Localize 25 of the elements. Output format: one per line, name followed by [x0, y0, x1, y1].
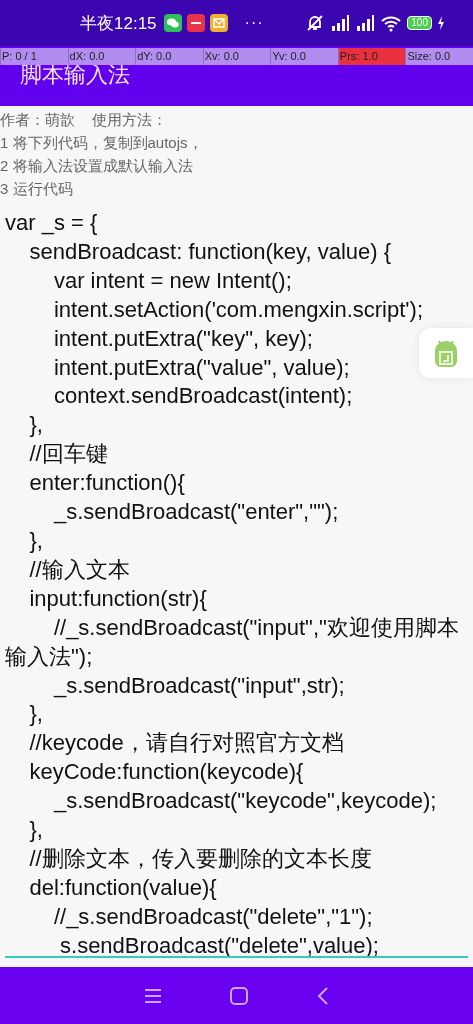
instruction-text: 1 将下列代码，复制到autojs，	[0, 133, 204, 153]
chat-app-icon	[163, 14, 182, 32]
charging-icon	[437, 16, 445, 30]
instruction-text: 作者：萌歆 使用方法：	[0, 110, 168, 130]
menu-icon[interactable]	[143, 986, 164, 1005]
mute-icon	[305, 14, 326, 32]
app-notification-icon	[186, 14, 205, 32]
instruction-text: 3 运行代码	[0, 179, 74, 199]
pointer-stat: Yv: 0.0	[270, 48, 338, 65]
pointer-stat: Prs: 1.0	[337, 48, 406, 65]
back-icon[interactable]	[315, 985, 330, 1006]
signal-icon	[330, 14, 351, 32]
signal-icon	[355, 14, 376, 32]
pointer-stat: Size: 0.0	[405, 48, 473, 65]
mail-icon	[209, 14, 228, 32]
status-time: 半夜12:15	[80, 12, 157, 35]
pointer-stat: Xv: 0.0	[202, 48, 271, 65]
pointer-stat: dY: 0.0	[135, 48, 203, 65]
more-notifications: ···	[244, 14, 264, 32]
home-icon[interactable]	[229, 985, 250, 1006]
pointer-stat: P: 0 / 1	[0, 48, 68, 65]
battery-indicator: 100	[407, 16, 432, 30]
pointer-stat: dX: 0.0	[67, 48, 136, 65]
instruction-text: 2 将输入法设置成默认输入法	[0, 156, 194, 176]
wifi-icon	[380, 14, 403, 32]
